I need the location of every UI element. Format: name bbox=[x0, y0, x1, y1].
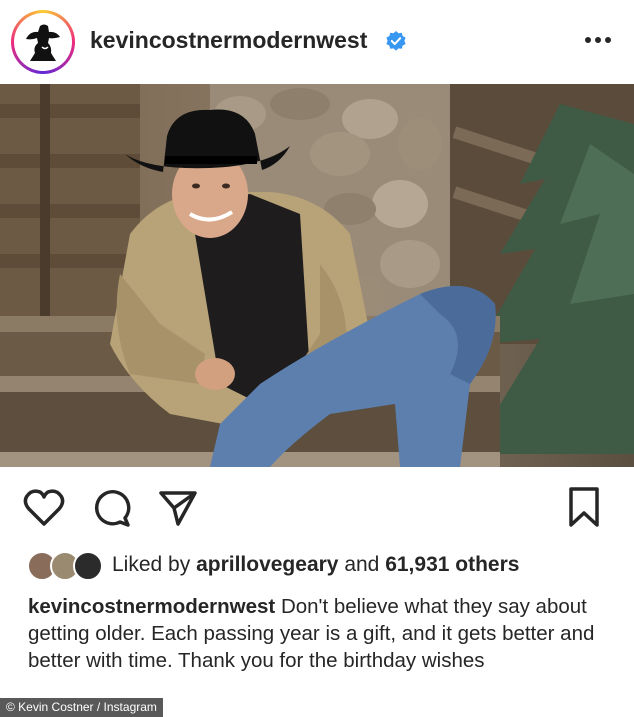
likes-connector: and bbox=[344, 553, 380, 576]
more-options-icon[interactable] bbox=[580, 26, 616, 54]
liker-avatar bbox=[73, 551, 103, 581]
verified-badge-icon bbox=[386, 31, 406, 51]
profile-avatar[interactable] bbox=[11, 10, 75, 74]
likes-summary[interactable]: Liked by aprillovegeary and 61,931 other… bbox=[0, 547, 634, 583]
likes-text: Liked by aprillovegeary and 61,931 other… bbox=[112, 553, 519, 577]
likes-others[interactable]: 61,931 others bbox=[385, 553, 519, 576]
bookmark-icon[interactable] bbox=[566, 486, 602, 528]
comment-icon[interactable] bbox=[92, 488, 132, 528]
heart-icon[interactable] bbox=[23, 488, 65, 528]
likes-prefix: Liked by bbox=[112, 553, 191, 576]
caption-username[interactable]: kevincostnermodernwest bbox=[28, 595, 275, 618]
post-photo[interactable] bbox=[0, 84, 634, 467]
cowboy-logo-icon bbox=[18, 17, 68, 67]
post-username[interactable]: kevincostnermodernwest bbox=[90, 27, 367, 54]
post-actions bbox=[0, 480, 634, 540]
send-icon[interactable] bbox=[158, 488, 198, 528]
post-header: kevincostnermodernwest bbox=[0, 0, 634, 84]
liker-username[interactable]: aprillovegeary bbox=[196, 553, 338, 576]
post-caption: kevincostnermodernwest Don't believe wha… bbox=[28, 593, 618, 674]
image-credit: © Kevin Costner / Instagram bbox=[0, 698, 163, 717]
